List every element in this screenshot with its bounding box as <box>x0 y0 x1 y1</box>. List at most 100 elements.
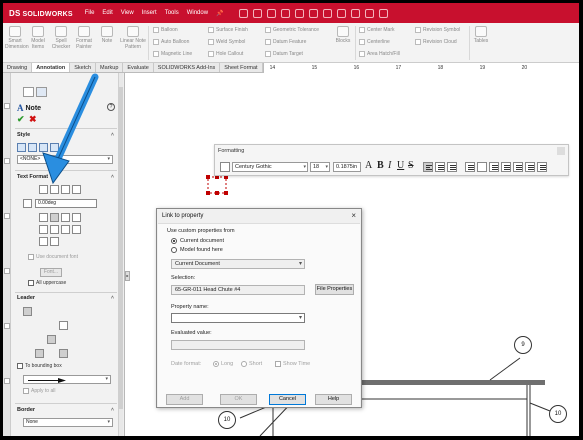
magnetic-line-button[interactable]: Magnetic Line <box>153 51 192 57</box>
model-found-here-label[interactable]: Model found here <box>180 247 223 253</box>
balloon-button[interactable]: Balloon <box>153 27 178 33</box>
line-spacing-icon[interactable] <box>537 162 547 172</box>
add-symbol-icon[interactable] <box>61 213 70 222</box>
tab-solidworks-add-ins[interactable]: SOLIDWORKS Add-Ins <box>154 63 221 72</box>
insert-table-icon[interactable] <box>39 237 48 246</box>
bold-button[interactable]: B <box>377 160 384 171</box>
menu-file[interactable]: File <box>85 10 95 16</box>
hole-callout-button[interactable]: Hole Callout <box>208 51 243 57</box>
formatting-close-icon[interactable] <box>557 147 565 155</box>
help-icon[interactable]: ? <box>107 103 115 111</box>
leader-top-icon[interactable] <box>23 349 32 358</box>
font-button[interactable]: Font... <box>40 268 62 277</box>
align-right-icon[interactable] <box>61 185 70 194</box>
property-manager-tab-icon[interactable] <box>36 87 47 97</box>
auto-leader-icon[interactable] <box>35 307 44 316</box>
datum-feature-button[interactable]: Datum Feature <box>265 39 306 45</box>
bullets-icon[interactable] <box>489 162 499 172</box>
italic-button[interactable]: I <box>388 160 391 171</box>
numbering-icon[interactable] <box>501 162 511 172</box>
options-gear-icon[interactable] <box>378 8 388 18</box>
new-document-icon[interactable] <box>252 8 262 18</box>
leader-section-title[interactable]: Leader <box>17 295 114 301</box>
decrease-indent-icon[interactable] <box>513 162 523 172</box>
style-section-title[interactable]: Style <box>17 132 115 138</box>
style-star-icon[interactable] <box>17 143 26 152</box>
datum-target-button[interactable]: Datum Target <box>265 51 303 57</box>
weld-symbol-button[interactable]: Weld Symbol <box>208 39 245 45</box>
leader-middle-icon[interactable] <box>35 349 44 358</box>
centerline-button[interactable]: Centerline <box>359 39 390 45</box>
leader-bottom-icon[interactable] <box>47 349 56 358</box>
ok-button[interactable]: OK <box>220 394 257 405</box>
menu-tools[interactable]: Tools <box>165 10 179 16</box>
to-bounding-box-checkbox[interactable] <box>17 363 23 369</box>
bent-leader-icon[interactable] <box>35 321 44 330</box>
cancel-x-icon[interactable]: ✖ <box>29 114 37 125</box>
model-items-button[interactable]: Model Items <box>28 26 48 50</box>
font-size-dropdown[interactable]: 18 <box>310 162 330 172</box>
angle-input[interactable]: 0.00deg <box>35 199 97 208</box>
tab-markup[interactable]: Markup <box>96 63 124 72</box>
hole-callout-symbol-icon[interactable] <box>72 225 81 234</box>
menu-view[interactable]: View <box>121 10 134 16</box>
all-uppercase-row[interactable]: All uppercase <box>28 280 66 286</box>
help-button[interactable]: Help <box>315 394 352 405</box>
add-button[interactable]: Add <box>166 394 203 405</box>
stack-format-icon[interactable] <box>477 162 487 172</box>
select-icon[interactable] <box>336 8 346 18</box>
property-source-dropdown[interactable]: Current Document <box>171 259 305 269</box>
insert-gtol-icon[interactable] <box>39 225 48 234</box>
align-left-icon[interactable] <box>39 185 48 194</box>
balloon-10-right[interactable]: 10 <box>549 405 567 423</box>
area-hatch-fill-button[interactable]: Area Hatch/Fill <box>359 51 400 57</box>
tab-drawing[interactable]: Drawing <box>3 63 33 72</box>
revision-symbol-button[interactable]: Revision Symbol <box>415 27 460 33</box>
use-document-font-row[interactable]: Use document font <box>28 254 78 260</box>
font-height-input[interactable]: 0.1875in <box>333 162 361 172</box>
apply-to-all-row[interactable]: Apply to all <box>23 388 55 394</box>
feature-manager-tab-icon[interactable] <box>23 87 34 97</box>
spell-checker-button[interactable]: Spell Checker <box>51 26 71 50</box>
align-left-format-icon[interactable] <box>423 162 433 172</box>
tab-annotation[interactable]: Annotation <box>32 63 71 72</box>
pm-scrollbar[interactable] <box>118 73 123 436</box>
format-painter-button[interactable]: Format Painter <box>74 26 94 50</box>
smart-dimension-button[interactable]: Smart Dimension <box>5 26 29 50</box>
rebuild-icon[interactable] <box>350 8 360 18</box>
date-short-radio[interactable] <box>241 361 247 367</box>
straight-leader-icon[interactable] <box>23 321 32 330</box>
surface-finish-symbol-icon[interactable] <box>50 225 59 234</box>
linear-note-pattern-button[interactable]: Linear Note Pattern <box>120 26 146 50</box>
strikethrough-button[interactable]: S <box>408 160 414 171</box>
balloon-9[interactable]: 9 <box>514 336 532 354</box>
align-center-format-icon[interactable] <box>435 162 445 172</box>
balloon-10-left[interactable]: 10 <box>218 411 236 429</box>
text-format-section-title[interactable]: Text Format <box>17 174 114 180</box>
blocks-button[interactable]: Blocks <box>333 26 353 44</box>
align-justify-icon[interactable] <box>72 185 81 194</box>
open-icon[interactable] <box>266 8 276 18</box>
font-family-dropdown[interactable]: Century Gothic <box>232 162 308 172</box>
stack-note-icon[interactable] <box>50 237 59 246</box>
show-time-checkbox[interactable] <box>275 361 281 367</box>
leader-style-icon[interactable] <box>59 321 68 330</box>
menu-window[interactable]: Window <box>187 10 208 16</box>
tables-button[interactable]: Tables <box>471 26 491 44</box>
file-properties-button[interactable]: File Properties <box>315 284 354 295</box>
add-style-icon[interactable] <box>28 143 37 152</box>
property-name-dropdown[interactable] <box>171 313 305 323</box>
justify-format-icon[interactable] <box>465 162 475 172</box>
file-properties-icon[interactable] <box>364 8 374 18</box>
cancel-button[interactable]: Cancel <box>269 394 306 405</box>
menu-insert[interactable]: Insert <box>142 10 157 16</box>
home-icon[interactable] <box>238 8 248 18</box>
datum-feature-symbol-icon[interactable] <box>61 225 70 234</box>
apply-to-all-checkbox[interactable] <box>23 388 29 394</box>
save-style-icon[interactable] <box>50 143 59 152</box>
tab-sketch[interactable]: Sketch <box>70 63 97 72</box>
use-document-font-checkbox[interactable] <box>28 254 34 260</box>
leader-nearest-vertical-icon[interactable] <box>59 349 68 358</box>
menu-edit[interactable]: Edit <box>102 10 112 16</box>
border-section-title[interactable]: Border <box>17 407 114 413</box>
